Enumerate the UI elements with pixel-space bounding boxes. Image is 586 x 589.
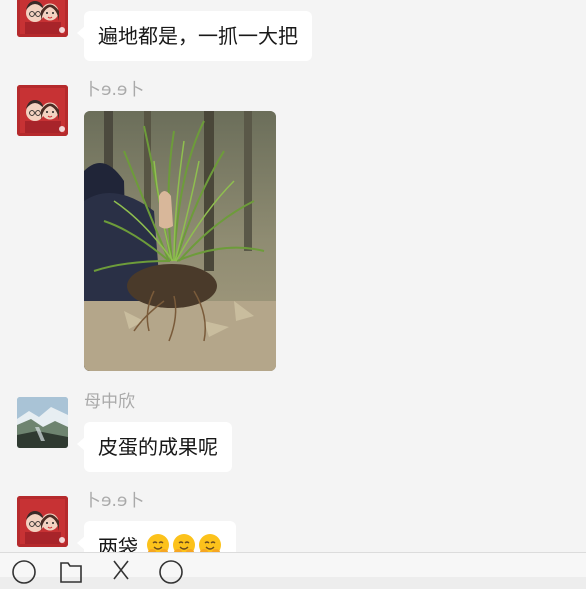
chat-history-icon	[159, 560, 183, 584]
message-bubble[interactable]: 两袋	[76, 521, 237, 552]
hugging-face-icon	[199, 534, 222, 552]
chat-input-toolbar	[0, 552, 586, 584]
screenshot-button[interactable]	[108, 559, 134, 585]
message-text: 遍地都是，一抓一大把	[98, 24, 298, 48]
sender-name: 卜ɘ.ɘ卜	[84, 80, 145, 100]
couple-avatar-icon	[17, 85, 68, 136]
file-button[interactable]	[58, 559, 84, 585]
emoji-icon	[12, 560, 36, 584]
message-text: 皮蛋的成果呢	[98, 435, 218, 459]
grass-photo-image	[84, 111, 276, 371]
sender-name: 卜ɘ.ɘ卜	[84, 491, 145, 511]
folder-icon	[60, 562, 82, 583]
message-text: 两袋	[98, 535, 138, 552]
photo-message[interactable]	[84, 111, 276, 371]
chat-message-area[interactable]: 遍地都是，一抓一大把 卜ɘ.ɘ卜 母中欣 皮蛋的成果呢 卜ɘ.ɘ卜 两袋	[0, 0, 586, 552]
avatar[interactable]	[17, 397, 68, 448]
hugging-face-icon	[173, 534, 196, 552]
scissors-icon	[113, 560, 129, 580]
hugging-face-icon	[147, 534, 170, 552]
avatar[interactable]	[17, 496, 68, 547]
couple-avatar-icon	[17, 496, 68, 547]
couple-avatar-icon	[17, 0, 68, 37]
sender-name: 母中欣	[84, 392, 135, 412]
avatar[interactable]	[17, 0, 68, 37]
chat-history-button[interactable]	[158, 559, 184, 585]
mountain-avatar-icon	[17, 397, 68, 448]
message-bubble[interactable]: 遍地都是，一抓一大把	[77, 11, 312, 61]
message-bubble[interactable]: 皮蛋的成果呢	[77, 422, 232, 472]
emoji-button[interactable]	[11, 559, 37, 585]
avatar[interactable]	[17, 85, 68, 136]
